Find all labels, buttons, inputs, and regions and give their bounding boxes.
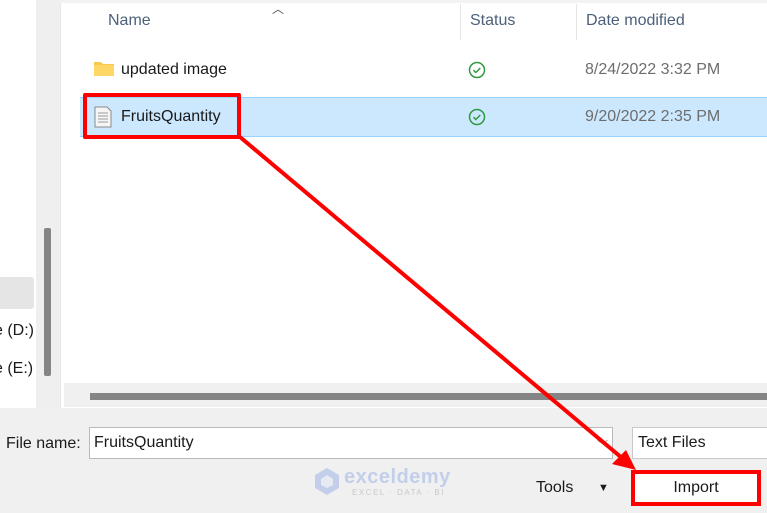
column-divider[interactable] xyxy=(460,4,461,40)
file-row[interactable]: updated image 8/24/2022 3:32 PM xyxy=(80,51,767,89)
sort-ascending-icon: ︿ xyxy=(272,2,285,16)
nav-item-drive-e[interactable]: e (E:) xyxy=(0,360,33,378)
exceldemy-logo-icon xyxy=(315,468,339,495)
file-name: updated image xyxy=(121,61,227,78)
nav-item-drive-d[interactable]: e (D:) xyxy=(0,322,34,340)
watermark-brand: exceldemy xyxy=(344,466,451,488)
caret-down-icon[interactable]: ▼ xyxy=(598,482,609,494)
sync-ok-icon xyxy=(468,108,486,131)
header-border xyxy=(60,0,767,3)
column-header-name[interactable]: Name xyxy=(108,12,151,30)
file-name-label: File name: xyxy=(6,435,81,452)
nav-item-selected[interactable] xyxy=(0,277,34,309)
sync-ok-icon xyxy=(468,61,486,84)
column-header-date-modified[interactable]: Date modified xyxy=(586,12,685,30)
annotation-highlight-box xyxy=(83,93,241,139)
file-type-select[interactable]: Text Files xyxy=(632,427,767,459)
column-header-status[interactable]: Status xyxy=(470,12,515,30)
navigation-pane: e (D:) e (E:) xyxy=(0,0,36,408)
horizontal-scrollbar-thumb[interactable] xyxy=(90,393,767,400)
nav-scrollbar-thumb[interactable] xyxy=(44,228,51,376)
import-button[interactable]: Import xyxy=(631,470,761,506)
file-date-modified: 9/20/2022 2:35 PM xyxy=(585,108,721,125)
watermark-tagline: EXCEL · DATA · BI xyxy=(352,488,445,497)
column-divider[interactable] xyxy=(576,4,577,40)
exceldemy-watermark: exceldemy EXCEL · DATA · BI xyxy=(312,466,450,501)
file-name-input[interactable]: FruitsQuantity xyxy=(89,427,613,459)
chevron-down-icon[interactable]: ﹀ xyxy=(597,437,608,453)
tools-menu-button[interactable]: Tools xyxy=(536,479,573,497)
folder-icon xyxy=(93,59,115,82)
file-date-modified: 8/24/2022 3:32 PM xyxy=(585,61,721,78)
